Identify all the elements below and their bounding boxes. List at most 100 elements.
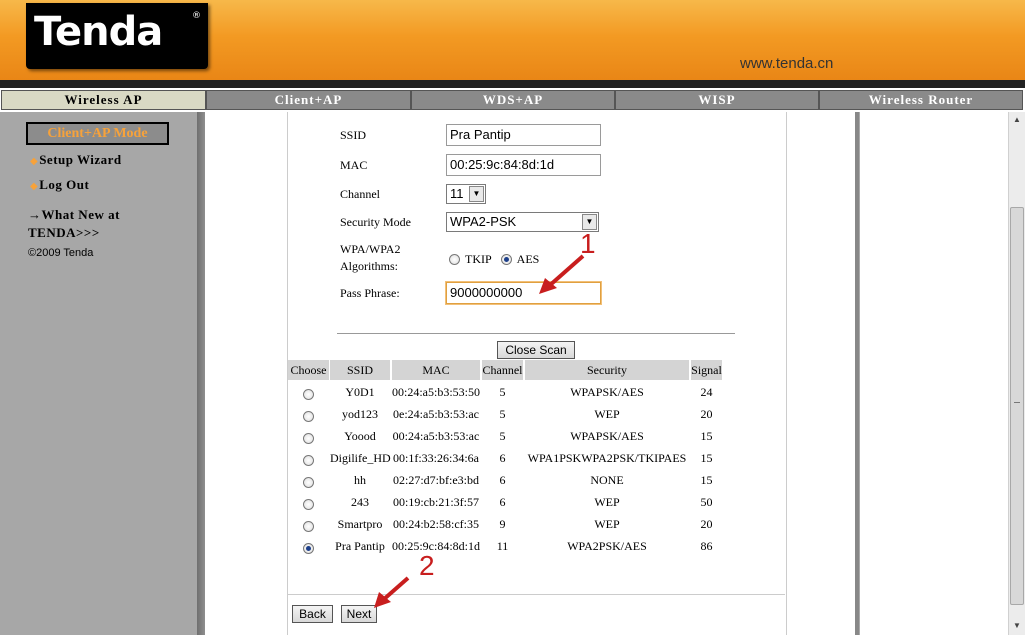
choose-radio[interactable] [303,543,314,554]
algorithms-label-line2: Algorithms: [340,259,399,273]
row-ssid: 243 [351,495,369,509]
row-security: WPAPSK/AES [570,385,644,399]
ssid-input[interactable]: Pra Pantip [446,124,601,146]
choose-radio[interactable] [303,455,314,466]
tkip-radio[interactable] [449,253,460,265]
scroll-down-icon[interactable]: ▼ [1009,618,1025,634]
grip-icon [1014,402,1020,403]
row-channel: 5 [499,429,506,443]
scroll-up-icon[interactable]: ▲ [1009,112,1025,128]
tkip-label: TKIP [465,251,492,266]
close-scan-button[interactable]: Close Scan [497,341,575,359]
whats-new-line2: TENDA>>> [28,225,100,240]
row-signal: 50 [700,495,713,509]
tab-wisp[interactable]: WISP [615,90,819,110]
choose-radio[interactable] [303,521,314,532]
passphrase-label: Pass Phrase: [340,286,400,300]
row-signal: 15 [700,429,713,443]
col-header-security: Security [525,360,689,380]
row-ssid: yod123 [342,407,378,421]
tab-wireless-ap[interactable]: Wireless AP [1,90,206,110]
row-ssid: hh [354,473,366,487]
tenda-logo: Tenda ® [26,3,208,69]
logo-text: Tenda [34,9,163,55]
tab-wds-ap[interactable]: WDS+AP [411,90,615,110]
row-channel: 5 [499,385,506,399]
row-ssid: Pra Pantip [335,539,385,553]
annotation-number-2: 2 [419,550,435,581]
row-signal: 20 [700,407,713,421]
row-security: WPA2PSK/AES [567,539,647,553]
site-url: www.tenda.cn [740,55,834,72]
section-divider [337,333,735,334]
sidebar: Client+AP Mode ◆Setup Wizard ◆Log Out →W… [0,112,197,635]
row-signal: 20 [700,517,713,531]
row-channel: 11 [496,539,509,553]
row-ssid: Y0D1 [345,385,375,399]
row-mac: 0e:24:a5:b3:53:ac [393,407,479,421]
choose-radio[interactable] [303,433,314,444]
setup-wizard-label: Setup Wizard [39,152,122,167]
col-header-ssid: SSID [330,360,390,380]
row-signal: 24 [700,385,713,399]
registered-mark: ® [192,11,201,21]
algorithms-label-line1: WPA/WPA2 [340,242,401,256]
row-mac: 00:24:a5:b3:53:ac [392,429,480,443]
algorithm-options: TKIP AES [449,251,539,267]
row-mac: 02:27:d7:bf:e3:bd [393,473,479,487]
row-ssid: Smartpro [337,517,383,531]
row-signal: 15 [700,473,713,487]
header-divider [0,80,1025,88]
back-button[interactable]: Back [292,605,333,623]
channel-select[interactable]: 11 ▼ [446,184,486,204]
copyright: ©2009 Tenda [28,247,94,259]
mode-tabs: Wireless AP Client+AP WDS+AP WISP Wirele… [0,88,1025,112]
row-channel: 5 [499,407,506,421]
mac-input[interactable]: 00:25:9c:84:8d:1d [446,154,601,176]
row-mac: 00:25:9c:84:8d:1d [392,539,480,553]
dropdown-arrow-icon: ▼ [469,186,484,202]
choose-radio[interactable] [303,477,314,488]
row-security: NONE [590,473,624,487]
row-signal: 86 [700,539,713,553]
row-signal: 15 [700,451,713,465]
row-channel: 6 [499,473,506,487]
scrollbar-thumb[interactable] [1010,207,1024,605]
client-ap-mode-button[interactable]: Client+AP Mode [26,122,169,145]
row-security: WPAPSK/AES [570,429,644,443]
row-security: WEP [594,407,620,421]
logout-link[interactable]: ◆Log Out [30,177,89,193]
aes-radio[interactable] [500,253,512,265]
bullet-icon: ◆ [30,156,39,167]
security-mode-select[interactable]: WPA2-PSK ▼ [446,212,599,232]
bullet-icon: ◆ [30,181,39,192]
whats-new-line1: →What New at [28,207,120,222]
col-header-signal: Signal [691,360,722,380]
col-header-channel: Channel [482,360,523,380]
row-channel: 9 [499,517,506,531]
row-mac: 00:24:b2:58:cf:35 [393,517,479,531]
mac-label: MAC [340,158,368,172]
setup-wizard-link[interactable]: ◆Setup Wizard [30,152,122,168]
row-security: WPA1PSKWPA2PSK/TKIPAES [527,451,687,465]
whats-new-link[interactable]: →What New at TENDA>>> [28,206,120,242]
ssid-label: SSID [340,128,367,142]
security-mode-value: WPA2-PSK [450,214,517,229]
row-mac: 00:19:cb:21:3f:57 [393,495,479,509]
choose-radio[interactable] [303,499,314,510]
vertical-scrollbar[interactable]: ▲ ▼ [1008,112,1025,635]
header-banner: Tenda ® www.tenda.cn [0,0,1025,80]
choose-radio[interactable] [303,411,314,422]
annotation-arrow-1-icon [539,254,585,294]
choose-radio[interactable] [303,389,314,400]
row-security: WEP [594,517,620,531]
row-security: WEP [594,495,620,509]
col-header-mac: MAC [392,360,480,380]
tab-wireless-router[interactable]: Wireless Router [819,90,1023,110]
row-mac: 00:1f:33:26:34:6a [393,451,479,465]
tab-client-ap[interactable]: Client+AP [206,90,411,110]
algorithms-label: WPA/WPA2 Algorithms: [340,241,400,275]
row-mac: 00:24:a5:b3:53:50 [392,385,480,399]
channel-value: 11 [450,186,464,201]
logout-label: Log Out [39,177,90,192]
